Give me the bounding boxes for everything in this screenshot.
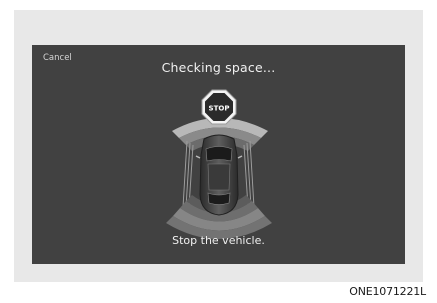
parking-scene: STOP xyxy=(166,89,272,239)
status-message: Stop the vehicle. xyxy=(172,234,265,247)
stop-sign-icon: STOP xyxy=(201,89,237,125)
car-icon xyxy=(195,134,243,216)
stop-sign-label: STOP xyxy=(209,105,230,113)
display-screen: Cancel Checking space... STOP Stop the v… xyxy=(32,45,405,264)
figure-code: ONE1071221L xyxy=(349,285,426,298)
